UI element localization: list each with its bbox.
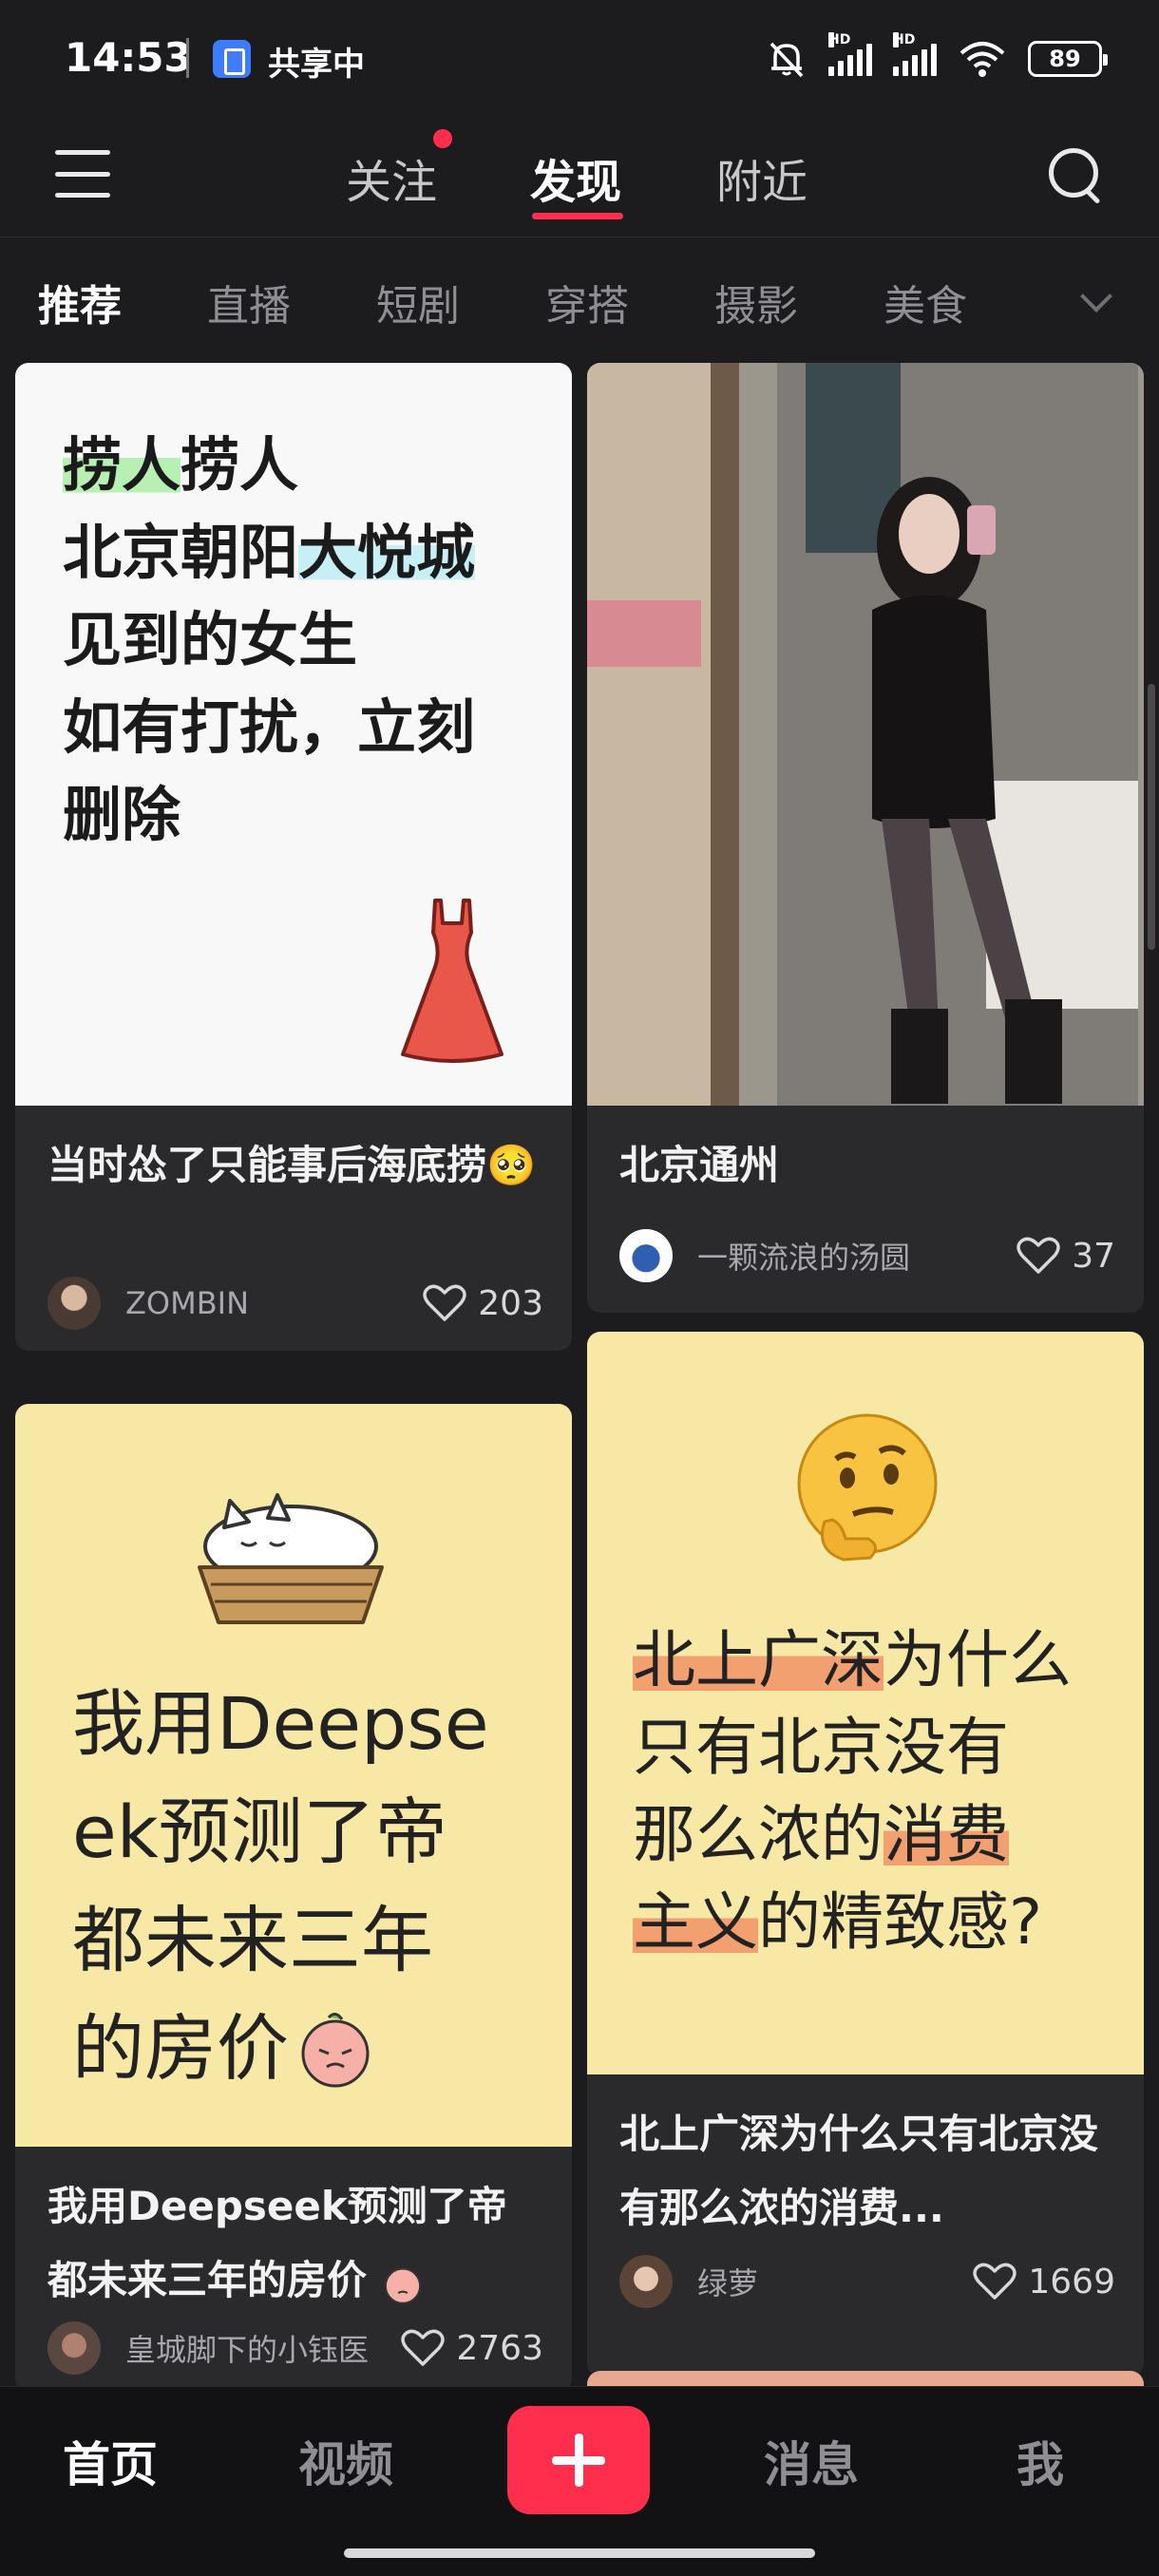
author-name[interactable]: 皇城脚下的小钰医 (125, 2326, 401, 2370)
notification-dot (433, 129, 452, 148)
peach-face-icon (301, 2013, 370, 2088)
active-tab-indicator (532, 213, 623, 219)
status-divider (186, 38, 189, 78)
heart-icon (973, 2263, 1017, 2300)
author-name[interactable]: ZOMBIN (125, 1285, 423, 1321)
category-live[interactable]: 直播 (207, 272, 291, 332)
like-count: 1669 (1028, 2262, 1115, 2301)
bottom-tab-bar: 首页 视频 消息 我 (0, 2386, 1159, 2576)
note-meta: ZOMBIN 203 (48, 1275, 543, 1332)
note-title: 当时怂了只能事后海底捞🥺 (48, 1142, 537, 1188)
cover-line: 我用Deepse (72, 1681, 489, 1766)
like-count: 37 (1072, 1236, 1115, 1276)
note-card[interactable]: 北京通州 一颗流浪的汤圆 37 (587, 363, 1144, 1313)
note-card[interactable]: 我用Deepse ek预测了帝 都未来三年 的房价 我用Deepseek预测了帝… (15, 1404, 572, 2386)
avatar[interactable] (48, 1277, 101, 1330)
note-meta: 皇城脚下的小钰医 2763 (48, 2320, 543, 2377)
status-icons: HD HD 89 (766, 32, 1108, 85)
like-button[interactable]: 1669 (973, 2263, 1115, 2301)
cover-line: 主义的精致感? (633, 1885, 1043, 1959)
note-card[interactable]: 北上广深为什么 只有北京没有 那么浓的消费 主义的精致感? 北上广深为什么只有北… (587, 1332, 1144, 2377)
cover-line: ek预测了帝 (72, 1790, 447, 1874)
cover-line: 如有打扰，立刻 (63, 692, 476, 762)
thinking-face-icon (797, 1413, 938, 1562)
author-name[interactable]: 绿萝 (697, 2260, 973, 2303)
heart-icon (1016, 1237, 1060, 1274)
like-count: 2763 (456, 2328, 543, 2368)
signal-hd-icon: HD (828, 32, 872, 76)
top-nav: 关注 发现 附近 (0, 116, 1159, 237)
note-title: 我用Deepseek预测了帝都未来三年的房价 (48, 2183, 507, 2304)
cover-line: 的房价 (72, 2006, 289, 2091)
like-button[interactable]: 37 (1016, 1237, 1115, 1276)
avatar[interactable] (48, 2321, 101, 2375)
cover-line: 那么浓的消费 (633, 1798, 1009, 1871)
cover-line: 删除 (63, 780, 181, 849)
note-cover: 捞人捞人 北京朝阳大悦城 见到的女生 如有打扰，立刻 删除 (15, 363, 572, 1106)
cover-text: 捞人捞人 北京朝阳大悦城 见到的女生 如有打扰，立刻 删除 (63, 422, 476, 859)
wifi-icon (960, 42, 1005, 77)
cover-line: 北上广深为什么 (633, 1623, 1072, 1696)
tab-nearby[interactable]: 附近 (716, 144, 808, 211)
cover-text: 北上广深为什么 只有北京没有 那么浓的消费 主义的精致感? (633, 1617, 1072, 1966)
mute-bell-icon (770, 42, 804, 78)
heart-icon (423, 1284, 467, 1321)
tab-video[interactable]: 视频 (298, 2427, 393, 2495)
category-short-drama[interactable]: 短剧 (376, 272, 460, 332)
category-tabs: 推荐 直播 短剧 穿搭 摄影 美食 (0, 258, 1159, 350)
feed-grid: 捞人捞人 北京朝阳大悦城 见到的女生 如有打扰，立刻 删除 当时怂了只能事后海底… (0, 363, 1159, 2386)
cover-line: 见到的女生 (63, 605, 358, 674)
note-cover: 我用Deepse ek预测了帝 都未来三年 的房价 (15, 1404, 572, 2147)
battery-icon: 89 (1028, 41, 1108, 77)
cover-line: 只有北京没有 (633, 1711, 1009, 1784)
share-status-label: 共享中 (268, 46, 365, 84)
add-post-button[interactable] (507, 2406, 650, 2514)
note-cover: 北上广深为什么 只有北京没有 那么浓的消费 主义的精致感? (587, 1332, 1144, 2074)
tab-messages[interactable]: 消息 (764, 2427, 859, 2495)
menu-icon[interactable] (55, 150, 110, 198)
note-card[interactable]: 捞人捞人 北京朝阳大悦城 见到的女生 如有打扰，立刻 删除 当时怂了只能事后海底… (15, 363, 572, 1351)
tab-discover[interactable]: 发现 (530, 144, 621, 211)
home-indicator[interactable] (344, 2548, 815, 2558)
mirror-selfie-photo (587, 363, 1144, 1106)
cover-line: 都未来三年 (72, 1898, 433, 1982)
status-time: 14:53 (65, 34, 192, 81)
like-count: 203 (478, 1283, 543, 1323)
tab-me[interactable]: 我 (1016, 2427, 1064, 2495)
avatar[interactable] (619, 1229, 673, 1282)
like-button[interactable]: 2763 (401, 2329, 543, 2368)
heart-icon (401, 2329, 446, 2366)
note-meta: 一颗流浪的汤圆 37 (619, 1227, 1115, 1284)
note-title: 北上广深为什么只有北京没有那么浓的消费... (619, 2111, 1099, 2231)
status-bar: 14:53 共享中 HD HD 89 (0, 0, 1159, 116)
signal-hd-icon: HD (893, 32, 937, 76)
tab-following[interactable]: 关注 (346, 144, 437, 211)
scrollbar[interactable] (1148, 684, 1155, 950)
note-card[interactable] (587, 2371, 1144, 2386)
cover-text: 我用Deepse ek预测了帝 都未来三年 的房价 (72, 1670, 489, 2103)
cover-line: 捞人捞人 (63, 430, 299, 500)
note-title: 北京通州 (619, 1142, 780, 1188)
note-photo (587, 363, 1144, 1106)
category-photography[interactable]: 摄影 (714, 272, 798, 332)
avatar[interactable] (619, 2255, 673, 2308)
app-screen: 14:53 共享中 HD HD 89 关注 发现 附近 推荐 直播 短剧 穿搭 … (0, 0, 1159, 2576)
dress-icon (401, 899, 504, 1063)
category-outfit[interactable]: 穿搭 (545, 272, 629, 332)
note-meta: 绿萝 1669 (619, 2253, 1115, 2310)
category-recommend[interactable]: 推荐 (38, 272, 122, 332)
sleeping-cat-icon (198, 1493, 384, 1624)
peach-face-icon (384, 2266, 421, 2304)
search-icon[interactable] (1045, 144, 1106, 205)
tab-home[interactable]: 首页 (63, 2427, 158, 2495)
cover-line: 北京朝阳大悦城 (63, 518, 476, 587)
like-button[interactable]: 203 (423, 1284, 543, 1323)
category-food[interactable]: 美食 (884, 272, 967, 332)
chevron-down-icon[interactable] (1075, 281, 1117, 323)
author-name[interactable]: 一颗流浪的汤圆 (697, 1234, 1016, 1278)
share-screen-icon (213, 40, 251, 78)
